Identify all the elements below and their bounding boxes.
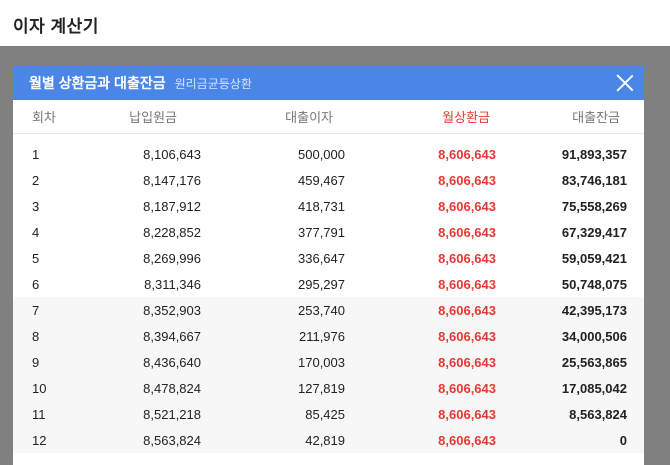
cell-loan-balance: 42,395,173 [561,302,627,318]
cell-interest: 500,000 [298,146,345,162]
cell-interest: 253,740 [298,302,345,318]
cell-interest: 127,819 [298,380,345,396]
cell-monthly-payment: 8,606,643 [438,354,496,370]
cell-loan-balance: 34,000,506 [561,328,627,344]
cell-installment: 4 [32,224,40,240]
table-row: 1 8,106,643 500,000 8,606,643 91,893,357 [13,141,644,167]
cell-monthly-payment: 8,606,643 [438,198,496,214]
cell-interest: 377,791 [298,224,345,240]
cell-installment: 8 [32,328,40,344]
cell-interest: 42,819 [305,432,345,448]
header-loan-balance: 대출잔금 [503,100,644,134]
cell-installment: 5 [32,250,40,266]
cell-monthly-payment: 8,606,643 [438,302,496,318]
cell-principal: 8,521,218 [143,406,201,422]
cell-principal: 8,106,643 [143,146,201,162]
table-row: 11 8,521,218 85,425 8,606,643 8,563,824 [13,401,644,427]
cell-principal: 8,352,903 [143,302,201,318]
cell-interest: 336,647 [298,250,345,266]
cell-loan-balance: 17,085,042 [561,380,627,396]
table-row: 7 8,352,903 253,740 8,606,643 42,395,173 [13,297,644,323]
cell-interest: 170,003 [298,354,345,370]
header-principal: 납입원금 [73,100,213,134]
cell-monthly-payment: 8,606,643 [438,172,496,188]
cell-loan-balance: 25,563,865 [561,354,627,370]
cell-installment: 6 [32,276,40,292]
cell-principal: 8,187,912 [143,198,201,214]
cell-principal: 8,394,667 [143,328,201,344]
page-header: 이자 계산기 [0,0,670,46]
cell-loan-balance: 75,558,269 [561,198,627,214]
cell-principal: 8,563,824 [143,432,201,448]
table-row: 3 8,187,912 418,731 8,606,643 75,558,269 [13,193,644,219]
table-header-row: 회차 납입원금 대출이자 월상환금 대출잔금 [13,100,644,134]
repayment-schedule-modal: 월별 상환금과 대출잔금 원리금균등상환 회차 납입원금 대출이자 월상환금 대… [13,66,644,465]
cell-installment: 10 [32,380,47,396]
cell-installment: 1 [32,146,40,162]
page-title: 이자 계산기 [13,17,99,36]
repayment-table: 회차 납입원금 대출이자 월상환금 대출잔금 1 8,106,643 500,000… [13,100,644,453]
cell-loan-balance: 8,563,824 [569,406,627,422]
cell-monthly-payment: 8,606,643 [438,146,496,162]
cell-principal: 8,311,346 [144,276,201,292]
cell-loan-balance: 59,059,421 [561,250,627,266]
cell-interest: 295,297 [298,276,345,292]
cell-loan-balance: 91,893,357 [561,146,627,162]
cell-installment: 9 [32,354,40,370]
table-row: 4 8,228,852 377,791 8,606,643 67,329,417 [13,219,644,245]
table-body: 1 8,106,643 500,000 8,606,643 91,893,357 2 8,1… [13,141,644,453]
cell-monthly-payment: 8,606,643 [438,406,496,422]
table-row: 2 8,147,176 459,467 8,606,643 83,746,181 [13,167,644,193]
header-installment: 회차 [13,100,73,134]
table-row: 9 8,436,640 170,003 8,606,643 25,563,865 [13,349,644,375]
cell-interest: 418,731 [298,198,345,214]
cell-principal: 8,269,996 [143,250,201,266]
cell-loan-balance: 83,746,181 [561,172,627,188]
cell-monthly-payment: 8,606,643 [438,328,496,344]
modal-subtitle: 원리금균등상환 [174,76,252,91]
cell-principal: 8,228,852 [143,224,201,240]
cell-monthly-payment: 8,606,643 [438,224,496,240]
cell-monthly-payment: 8,606,643 [438,432,496,448]
table-row: 12 8,563,824 42,819 8,606,643 0 [13,427,644,453]
close-icon[interactable] [616,74,634,92]
cell-principal: 8,147,176 [143,172,201,188]
modal-header: 월별 상환금과 대출잔금 원리금균등상환 [13,66,644,100]
cell-monthly-payment: 8,606,643 [438,380,496,396]
modal-title: 월별 상환금과 대출잔금 [29,75,166,91]
cell-principal: 8,478,824 [143,380,201,396]
table-row: 5 8,269,996 336,647 8,606,643 59,059,421 [13,245,644,271]
cell-installment: 2 [32,172,40,188]
cell-principal: 8,436,640 [143,354,201,370]
header-interest: 대출이자 [213,100,353,134]
cell-monthly-payment: 8,606,643 [438,276,496,292]
cell-installment: 12 [32,432,47,448]
table-row: 10 8,478,824 127,819 8,606,643 17,085,042 [13,375,644,401]
cell-interest: 211,976 [298,328,345,344]
table-row: 6 8,311,346 295,297 8,606,643 50,748,075 [13,271,644,297]
header-monthly-payment: 월상환금 [353,100,503,134]
table-row: 8 8,394,667 211,976 8,606,643 34,000,506 [13,323,644,349]
cell-installment: 7 [32,302,40,318]
cell-installment: 11 [32,406,46,422]
cell-loan-balance: 50,748,075 [561,276,627,292]
cell-monthly-payment: 8,606,643 [438,250,496,266]
cell-loan-balance: 0 [619,432,627,448]
cell-installment: 3 [32,198,40,214]
cell-loan-balance: 67,329,417 [561,224,627,240]
cell-interest: 85,425 [305,406,345,422]
cell-interest: 459,467 [298,172,345,188]
